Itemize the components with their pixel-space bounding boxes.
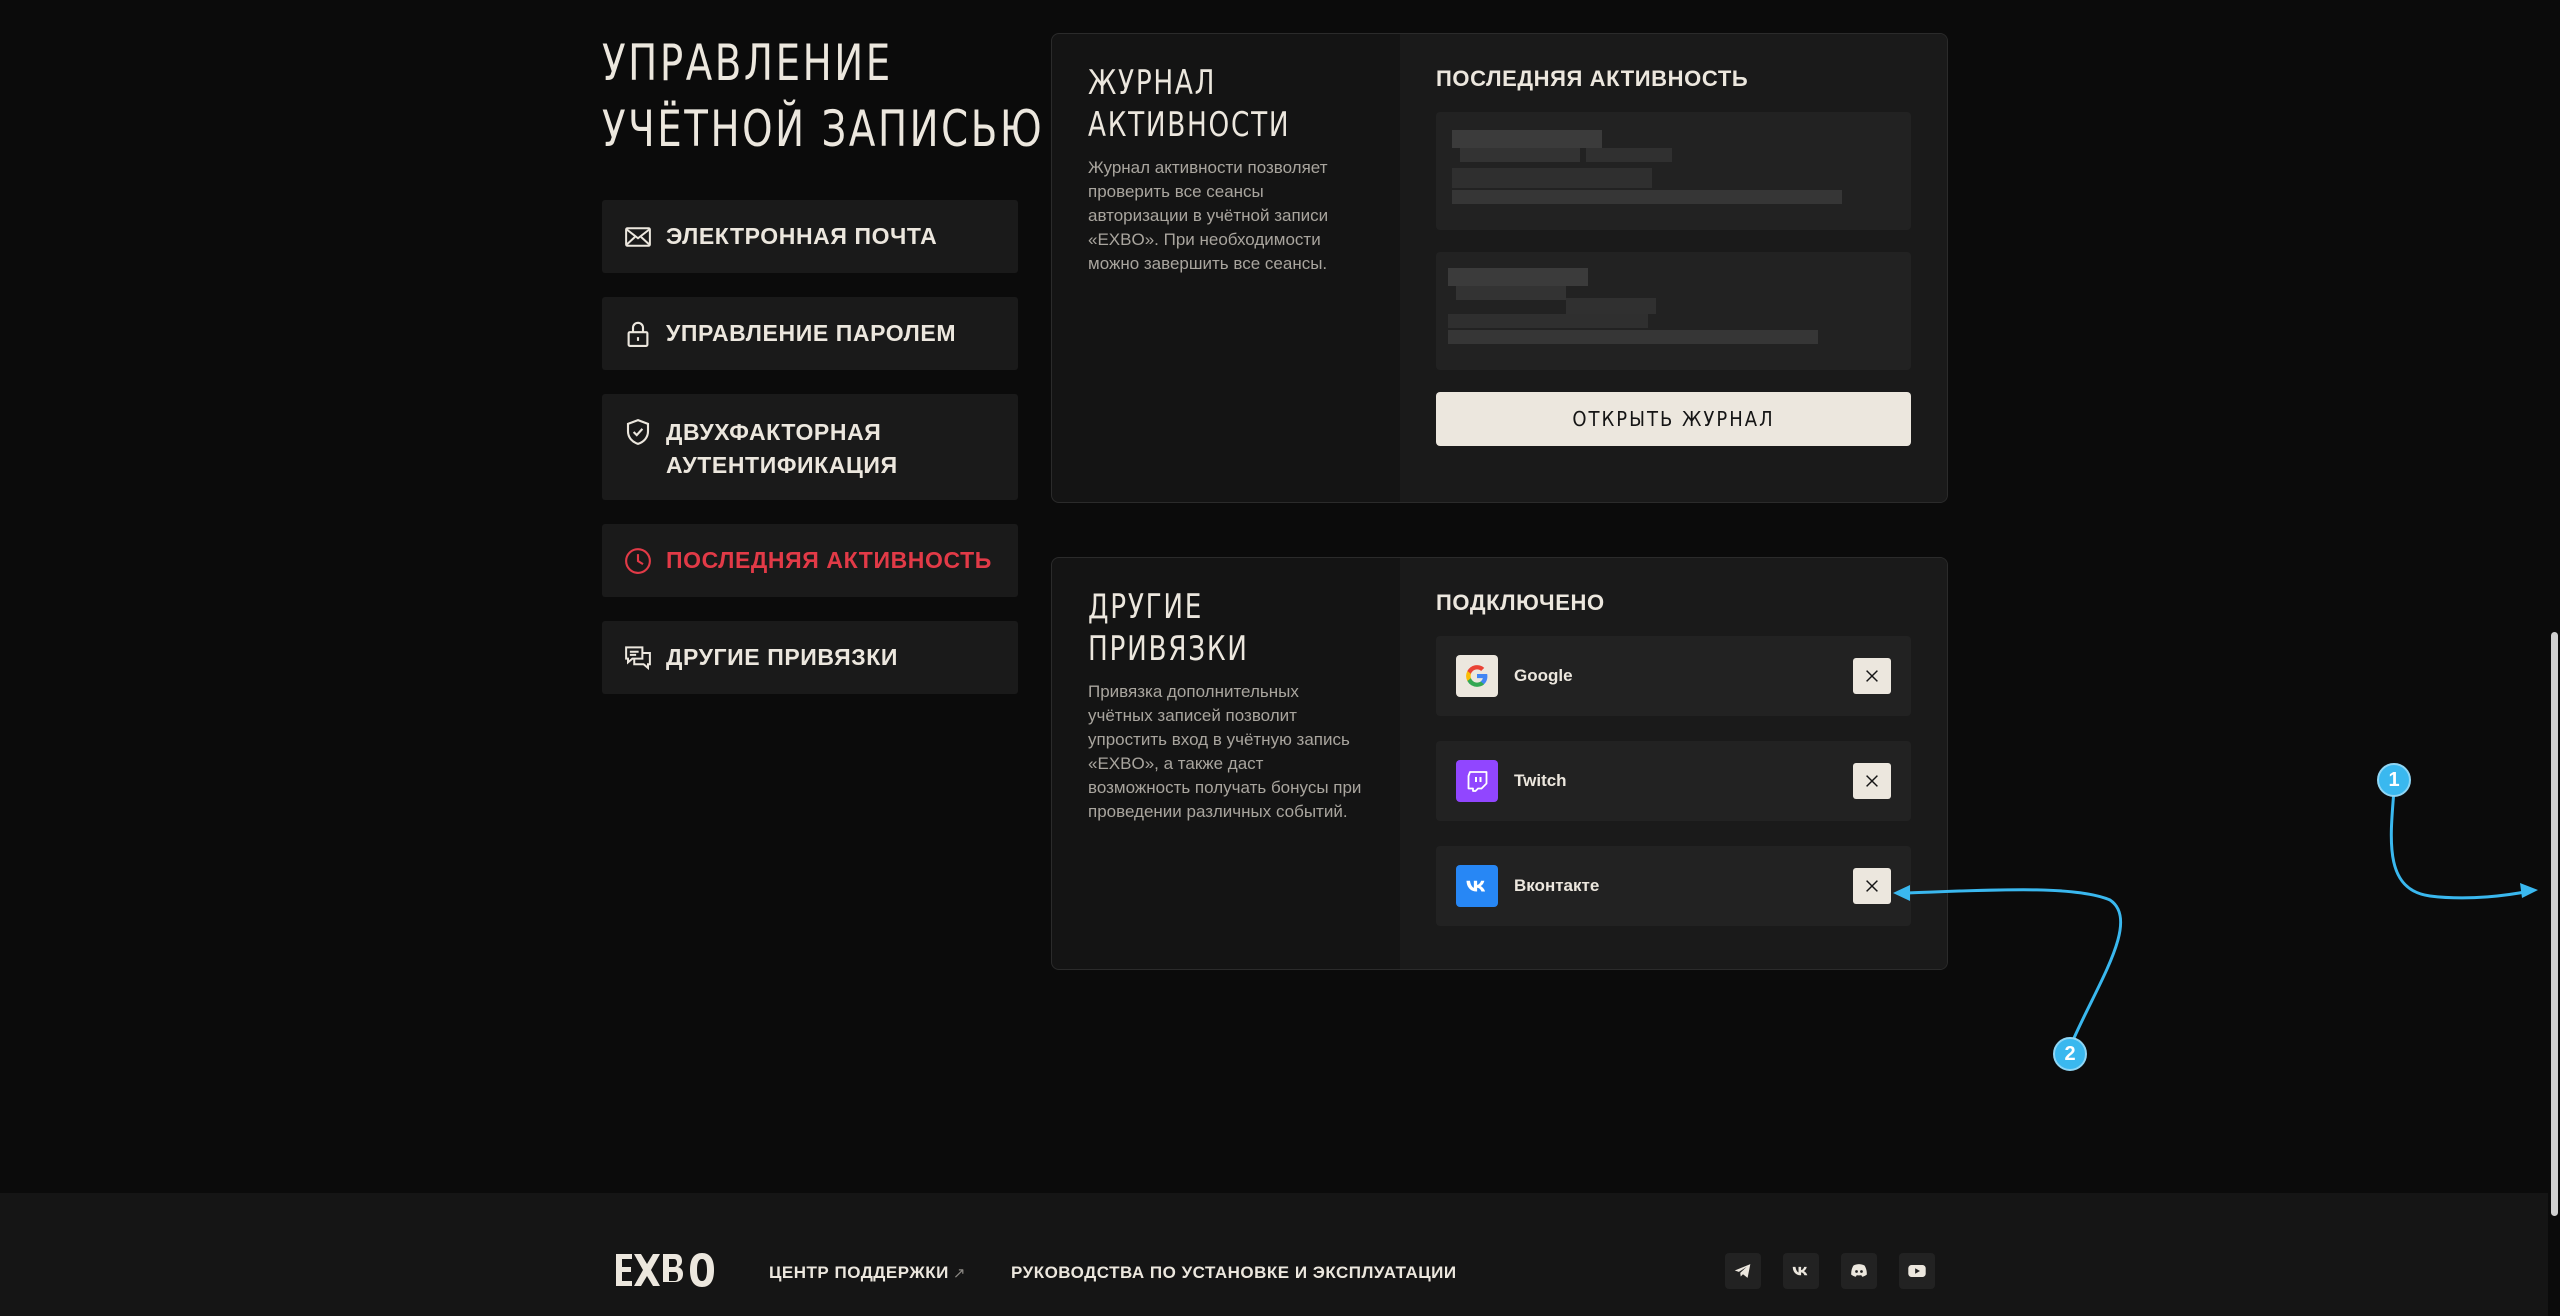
activity-journal-card: ЖУРНАЛ АКТИВНОСТИ Журнал активности позв… [1051,33,1948,503]
page-title-line2: УЧЁТНОЙ ЗАПИСЬЮ [602,100,1045,158]
nav-item-email[interactable]: ЭЛЕКТРОННАЯ ПОЧТА [602,200,1018,273]
recent-activity-heading: ПОСЛЕДНЯЯ АКТИВНОСТЬ [1436,66,1749,91]
annotation-badge-1: 1 [2377,763,2411,797]
nav-item-email-label: ЭЛЕКТРОННАЯ ПОЧТА [666,223,938,249]
annotation-arrow-1 [2389,789,2531,900]
nav-item-2fa-label-line2: АУТЕНТИФИКАЦИЯ [666,452,898,478]
activity-journal-title-line2: АКТИВНОСТИ [1088,105,1291,145]
nav-item-password[interactable]: УПРАВЛЕНИЕ ПАРОЛЕМ [602,297,1018,370]
binding-row-vk: Вконтакте [1436,846,1911,926]
other-bindings-info: ДРУГИЕ ПРИВЯЗКИ Привязка дополнительных … [1052,558,1400,969]
nav-item-other-bindings[interactable]: ДРУГИЕ ПРИВЯЗКИ [602,621,1018,694]
close-icon [1866,775,1878,787]
footer-guides-link[interactable]: РУКОВОДСТВА ПО УСТАНОВКЕ И ЭКСПЛУАТАЦИИ [1011,1263,1457,1283]
nav-item-other-bindings-label: ДРУГИЕ ПРИВЯЗКИ [666,644,898,670]
binding-name-twitch: Twitch [1514,771,1567,790]
lock-icon [622,318,654,350]
twitch-icon [1456,760,1498,802]
footer-support-link[interactable]: ЦЕНТР ПОДДЕРЖКИ ↗ [769,1263,966,1283]
exbo-logo[interactable] [614,1250,722,1290]
footer-support-link-label: ЦЕНТР ПОДДЕРЖКИ [769,1263,949,1282]
activity-session-entry [1436,112,1911,230]
envelope-icon [622,221,654,253]
unlink-twitch-button[interactable] [1853,763,1891,799]
activity-journal-info: ЖУРНАЛ АКТИВНОСТИ Журнал активности позв… [1052,34,1400,502]
nav-item-password-label: УПРАВЛЕНИЕ ПАРОЛЕМ [666,320,957,346]
connected-heading: ПОДКЛЮЧЕНО [1436,590,1605,615]
nav-item-recent-activity-label: ПОСЛЕДНЯЯ АКТИВНОСТЬ [666,547,992,573]
annotation-badge-2: 2 [2053,1037,2087,1071]
binding-row-twitch: Twitch [1436,741,1911,821]
discord-icon[interactable] [1841,1253,1877,1289]
page-title-line1: УПРАВЛЕНИЕ [602,34,893,92]
external-link-icon: ↗ [952,1265,966,1282]
close-icon [1866,670,1878,682]
vk-icon[interactable] [1783,1253,1819,1289]
site-footer: ЦЕНТР ПОДДЕРЖКИ ↗ РУКОВОДСТВА ПО УСТАНОВК… [0,1193,2548,1316]
recent-activity-panel: ПОСЛЕДНЯЯ АКТИВНОСТЬ ОТКРЫТЬ ЖУРНАЛ [1400,34,1947,502]
binding-row-google: Google [1436,636,1911,716]
page-title: УПРАВЛЕНИЕ УЧЁТНОЙ ЗАПИСЬЮ [602,30,1044,162]
telegram-icon[interactable] [1725,1253,1761,1289]
other-bindings-card: ДРУГИЕ ПРИВЯЗКИ Привязка дополнительных … [1051,557,1948,970]
binding-name-google: Google [1514,666,1573,685]
activity-journal-title-line1: ЖУРНАЛ [1088,63,1217,103]
activity-journal-description: Журнал активности позволяет проверить вс… [1088,158,1329,273]
nav-item-2fa-label-line1: ДВУХФАКТОРНАЯ [666,419,882,445]
unlink-vk-button[interactable] [1853,868,1891,904]
binding-name-vk: Вконтакте [1514,876,1600,895]
vk-icon [1456,865,1498,907]
google-icon [1456,655,1498,697]
connected-accounts-panel: ПОДКЛЮЧЕНО Google Twitch Вконтакте [1400,558,1947,969]
clock-icon [622,545,654,577]
activity-session-entry [1436,252,1911,370]
chat-icon [622,642,654,674]
other-bindings-title: ДРУГИЕ ПРИВЯЗКИ [1088,587,1249,669]
other-bindings-description: Привязка дополнительных учётных записей … [1088,682,1362,821]
shield-check-icon [622,416,654,448]
nav-item-recent-activity[interactable]: ПОСЛЕДНЯЯ АКТИВНОСТЬ [602,524,1018,597]
nav-item-2fa-label: ДВУХФАКТОРНАЯ АУТЕНТИФИКАЦИЯ [666,416,898,482]
activity-journal-title: ЖУРНАЛ АКТИВНОСТИ [1088,62,1363,146]
open-journal-button[interactable]: ОТКРЫТЬ ЖУРНАЛ [1436,392,1911,446]
nav-item-2fa[interactable]: ДВУХФАКТОРНАЯ АУТЕНТИФИКАЦИЯ [602,394,1018,500]
youtube-icon[interactable] [1899,1253,1935,1289]
close-icon [1866,880,1878,892]
unlink-google-button[interactable] [1853,658,1891,694]
exbo-logo-mark [616,1253,714,1287]
account-side-nav: ЭЛЕКТРОННАЯ ПОЧТА УПРАВЛЕНИЕ ПАРОЛЕМ ДВУ… [602,200,1018,718]
annotation-arrowhead-1 [2520,883,2538,898]
scrollbar-thumb[interactable] [2551,632,2558,1216]
